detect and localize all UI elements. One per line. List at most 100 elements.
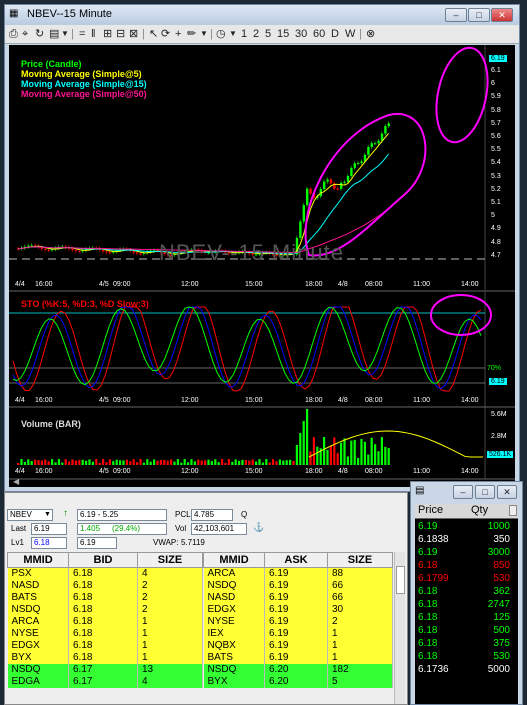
ts-price-header[interactable]: Price bbox=[418, 504, 443, 516]
candle bbox=[353, 163, 356, 168]
lv1-ask: 6.19 bbox=[80, 538, 96, 547]
ts-close-button[interactable]: ✕ bbox=[497, 485, 517, 499]
ask-row[interactable]: NSDQ 6.20 182 bbox=[203, 664, 393, 676]
ask-row[interactable]: BATS 6.19 1 bbox=[203, 652, 393, 664]
draw-pen-icon[interactable]: ✏ bbox=[187, 27, 196, 41]
volume-bar bbox=[387, 448, 390, 465]
ask-mmid-header[interactable]: MMID bbox=[203, 552, 265, 568]
title-bar[interactable]: ▦ NBEV--15 Minute – □ ✕ bbox=[5, 5, 519, 25]
cursor-icon[interactable]: ↖ bbox=[149, 27, 158, 41]
hline-icon[interactable]: = bbox=[79, 27, 85, 41]
period-30-button[interactable]: 30 bbox=[295, 27, 307, 41]
bid-price: 6.18 bbox=[68, 567, 138, 580]
refresh-icon[interactable]: ↻ bbox=[35, 27, 44, 41]
symbol-dropdown-icon[interactable]: ▼ bbox=[44, 511, 51, 518]
close-button[interactable]: ✕ bbox=[491, 8, 513, 22]
interval-dropdown-icon[interactable]: ▼ bbox=[229, 27, 237, 41]
bid-price: 6.18 bbox=[68, 640, 138, 652]
ask-row[interactable]: NSDQ 6.19 66 bbox=[203, 580, 393, 592]
bid-row[interactable]: EDGX 6.18 1 bbox=[7, 640, 203, 652]
period-daily-button[interactable]: D bbox=[331, 27, 339, 41]
pan-icon[interactable]: ⟳ bbox=[161, 27, 170, 41]
ask-row[interactable]: BYX 6.20 5 bbox=[203, 676, 393, 688]
ask-mmid: ARCA bbox=[203, 567, 265, 580]
bid-mmid-header[interactable]: MMID bbox=[7, 552, 69, 568]
period-5-button[interactable]: 5 bbox=[265, 27, 271, 41]
anchor-icon[interactable]: ⚓ bbox=[253, 522, 264, 533]
trade-qty: 5000 bbox=[487, 664, 510, 675]
ask-row[interactable]: ARCA 6.19 88 bbox=[203, 567, 393, 580]
volume-bar bbox=[275, 461, 278, 465]
price-axis-label: 5.9 bbox=[491, 93, 501, 101]
volume-bar bbox=[306, 409, 309, 465]
chart-area[interactable]: Price (Candle) Moving Average (Simple@5)… bbox=[9, 45, 515, 487]
ts-minimize-button[interactable]: – bbox=[453, 485, 473, 499]
time-axis-label: 18:00 bbox=[305, 281, 323, 288]
ask-row[interactable]: NYSE 6.19 2 bbox=[203, 616, 393, 628]
volume-bar bbox=[265, 459, 268, 465]
maximize-button[interactable]: □ bbox=[468, 8, 490, 22]
ask-row[interactable]: NQBX 6.19 1 bbox=[203, 640, 393, 652]
trade-row: 6.18 125 bbox=[415, 611, 510, 624]
split-icon[interactable]: ⊠ bbox=[129, 27, 138, 41]
volume-bar bbox=[316, 446, 319, 465]
candle bbox=[340, 182, 343, 189]
stoch-k-line bbox=[12, 306, 482, 392]
clock-icon[interactable]: ◷ bbox=[216, 27, 226, 41]
minimize-button[interactable]: – bbox=[445, 8, 467, 22]
volume-last-tag: 526.1K bbox=[487, 451, 514, 458]
bid-price-header[interactable]: BID bbox=[68, 552, 138, 568]
bid-row[interactable]: BYX 6.18 1 bbox=[7, 652, 203, 664]
period-1-button[interactable]: 1 bbox=[241, 27, 247, 41]
trade-price: 6.18 bbox=[418, 638, 438, 649]
bid-row[interactable]: NSDQ 6.17 13 bbox=[7, 664, 203, 676]
bid-row[interactable]: NSDQ 6.18 2 bbox=[7, 604, 203, 616]
volume-bar bbox=[40, 460, 43, 465]
period-15-button[interactable]: 15 bbox=[277, 27, 289, 41]
ask-row[interactable]: NASD 6.19 66 bbox=[203, 592, 393, 604]
trade-qty: 375 bbox=[493, 638, 510, 649]
scroll-left-icon[interactable]: ◀ bbox=[13, 477, 19, 486]
bid-row[interactable]: ARCA 6.18 1 bbox=[7, 616, 203, 628]
ts-maximize-button[interactable]: □ bbox=[475, 485, 495, 499]
template-dropdown-icon[interactable]: ▼ bbox=[61, 27, 69, 41]
time-axis-label: 18:00 bbox=[305, 397, 323, 404]
book-scrollbar[interactable] bbox=[394, 552, 405, 704]
ask-row[interactable]: EDGX 6.19 30 bbox=[203, 604, 393, 616]
annotation-circle bbox=[430, 294, 492, 336]
settings-icon[interactable]: ⊗ bbox=[366, 27, 375, 41]
symbol-input[interactable]: NBEV ▼ bbox=[7, 509, 53, 521]
volume-bar bbox=[142, 462, 145, 465]
time-axis-label: 15:00 bbox=[245, 281, 263, 288]
zoom-icon[interactable]: ⌖ bbox=[22, 27, 28, 41]
bid-row[interactable]: PSX 6.18 4 bbox=[7, 567, 203, 580]
volume-bar bbox=[350, 440, 353, 465]
bid-row[interactable]: EDGA 6.17 4 bbox=[7, 676, 203, 688]
period-2-button[interactable]: 2 bbox=[253, 27, 259, 41]
scroll-thumb[interactable] bbox=[396, 566, 405, 594]
print-icon[interactable]: ⎙ bbox=[9, 27, 18, 41]
draw-dropdown-icon[interactable]: ▼ bbox=[200, 27, 208, 41]
grid-icon[interactable]: ⊞ bbox=[103, 27, 112, 41]
change-value: 1.405 bbox=[80, 524, 101, 533]
period-60-button[interactable]: 60 bbox=[313, 27, 325, 41]
volume-bar bbox=[363, 441, 366, 465]
ask-price-header[interactable]: ASK bbox=[264, 552, 328, 568]
price-axis-label: 5.4 bbox=[491, 159, 501, 167]
bid-size-header[interactable]: SIZE bbox=[137, 552, 203, 568]
ts-scrollbar[interactable] bbox=[509, 505, 517, 516]
ask-row[interactable]: IEX 6.19 1 bbox=[203, 628, 393, 640]
bid-row[interactable]: NYSE 6.18 1 bbox=[7, 628, 203, 640]
crosshair-icon[interactable]: + bbox=[175, 27, 181, 41]
bid-row[interactable]: NASD 6.18 2 bbox=[7, 580, 203, 592]
ask-size-header[interactable]: SIZE bbox=[327, 552, 393, 568]
volume-bar bbox=[115, 459, 118, 465]
template-icon[interactable]: ▤ bbox=[49, 27, 59, 41]
period-weekly-button[interactable]: W bbox=[345, 27, 355, 41]
volume-bar bbox=[166, 460, 169, 465]
vline-icon[interactable]: ‖ bbox=[91, 27, 96, 41]
layout-icon[interactable]: ⊟ bbox=[116, 27, 125, 41]
bid-row[interactable]: BATS 6.18 2 bbox=[7, 592, 203, 604]
ask-price: 6.19 bbox=[264, 567, 328, 580]
ts-qty-header[interactable]: Qty bbox=[471, 504, 488, 516]
